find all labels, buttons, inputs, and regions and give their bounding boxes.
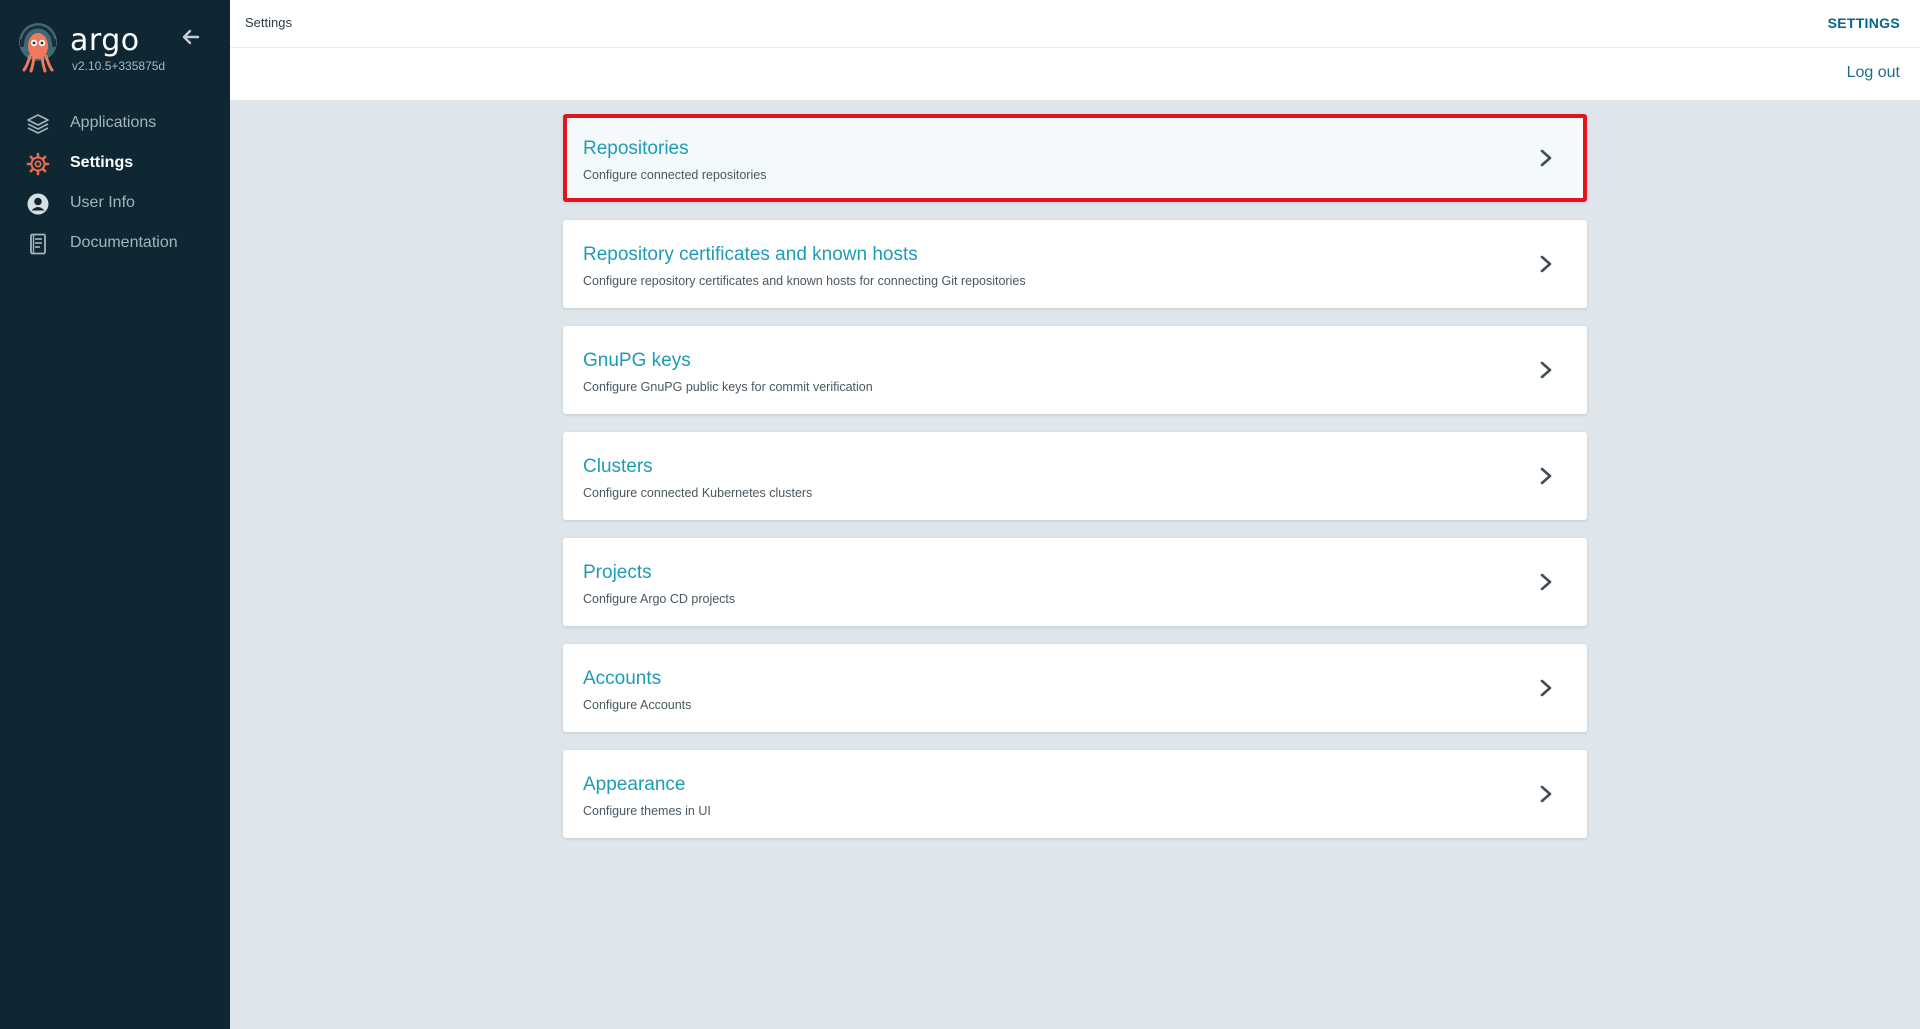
chevron-right-icon: [1540, 255, 1552, 273]
gear-icon: [26, 152, 50, 176]
settings-item-appearance[interactable]: Appearance Configure themes in UI: [563, 750, 1587, 838]
settings-list: Repositories Configure connected reposit…: [563, 114, 1587, 856]
argo-logo-icon: [19, 23, 57, 73]
chevron-right-icon: [1540, 573, 1552, 591]
settings-item-title: Projects: [583, 562, 652, 583]
settings-item-title: Repositories: [583, 138, 689, 159]
settings-item-title: Clusters: [583, 456, 653, 477]
breadcrumb[interactable]: Settings: [245, 15, 292, 30]
settings-item-title: Accounts: [583, 668, 662, 689]
collapse-sidebar-arrow-icon[interactable]: [180, 26, 202, 48]
sidebar: argo v2.10.5+335875d Applications Settin…: [0, 0, 230, 1029]
sidebar-item-label: Documentation: [70, 234, 178, 251]
chevron-right-icon: [1540, 679, 1552, 697]
logout-link[interactable]: Log out: [1847, 64, 1900, 82]
chevron-right-icon: [1540, 149, 1552, 167]
settings-item-description: Configure themes in UI: [583, 804, 711, 818]
settings-item-repositories[interactable]: Repositories Configure connected reposit…: [563, 114, 1587, 202]
sidebar-nav: Applications Settings User Info Document…: [0, 103, 230, 263]
settings-item-title: Repository certificates and known hosts: [583, 244, 918, 265]
settings-item-description: Configure Argo CD projects: [583, 592, 736, 606]
settings-item-description: Configure Accounts: [583, 698, 692, 712]
sidebar-item-label: User Info: [70, 194, 135, 211]
chevron-right-icon: [1540, 467, 1552, 485]
layers-icon: [27, 114, 49, 134]
settings-item-projects[interactable]: Projects Configure Argo CD projects: [563, 538, 1587, 626]
settings-item-description: Configure connected repositories: [583, 168, 767, 182]
settings-item-accounts[interactable]: Accounts Configure Accounts: [563, 644, 1587, 732]
settings-item-description: Configure repository certificates and kn…: [583, 274, 1026, 288]
sidebar-item-user-info[interactable]: User Info: [0, 183, 230, 223]
sidebar-item-applications[interactable]: Applications: [0, 103, 230, 143]
brand-name: argo: [70, 23, 140, 58]
chevron-right-icon: [1540, 785, 1552, 803]
user-circle-icon: [27, 193, 49, 215]
settings-item-clusters[interactable]: Clusters Configure connected Kubernetes …: [563, 432, 1587, 520]
sidebar-item-settings[interactable]: Settings: [0, 143, 230, 183]
version-label: v2.10.5+335875d: [72, 59, 166, 73]
book-icon: [30, 233, 46, 255]
settings-item-repository-certificates[interactable]: Repository certificates and known hosts …: [563, 220, 1587, 308]
settings-item-title: Appearance: [583, 774, 686, 795]
page-title: SETTINGS: [1827, 15, 1900, 31]
chevron-right-icon: [1540, 361, 1552, 379]
top-bar-row: Settings SETTINGS: [230, 0, 1920, 48]
sidebar-item-label: Settings: [70, 154, 134, 171]
settings-item-gnupg-keys[interactable]: GnuPG keys Configure GnuPG public keys f…: [563, 326, 1587, 414]
settings-item-description: Configure GnuPG public keys for commit v…: [583, 380, 873, 394]
sidebar-item-documentation[interactable]: Documentation: [0, 223, 230, 263]
sidebar-item-label: Applications: [70, 114, 157, 131]
top-bar: Settings SETTINGS Log out: [230, 0, 1920, 100]
settings-item-title: GnuPG keys: [583, 350, 691, 371]
settings-item-description: Configure connected Kubernetes clusters: [583, 486, 813, 500]
